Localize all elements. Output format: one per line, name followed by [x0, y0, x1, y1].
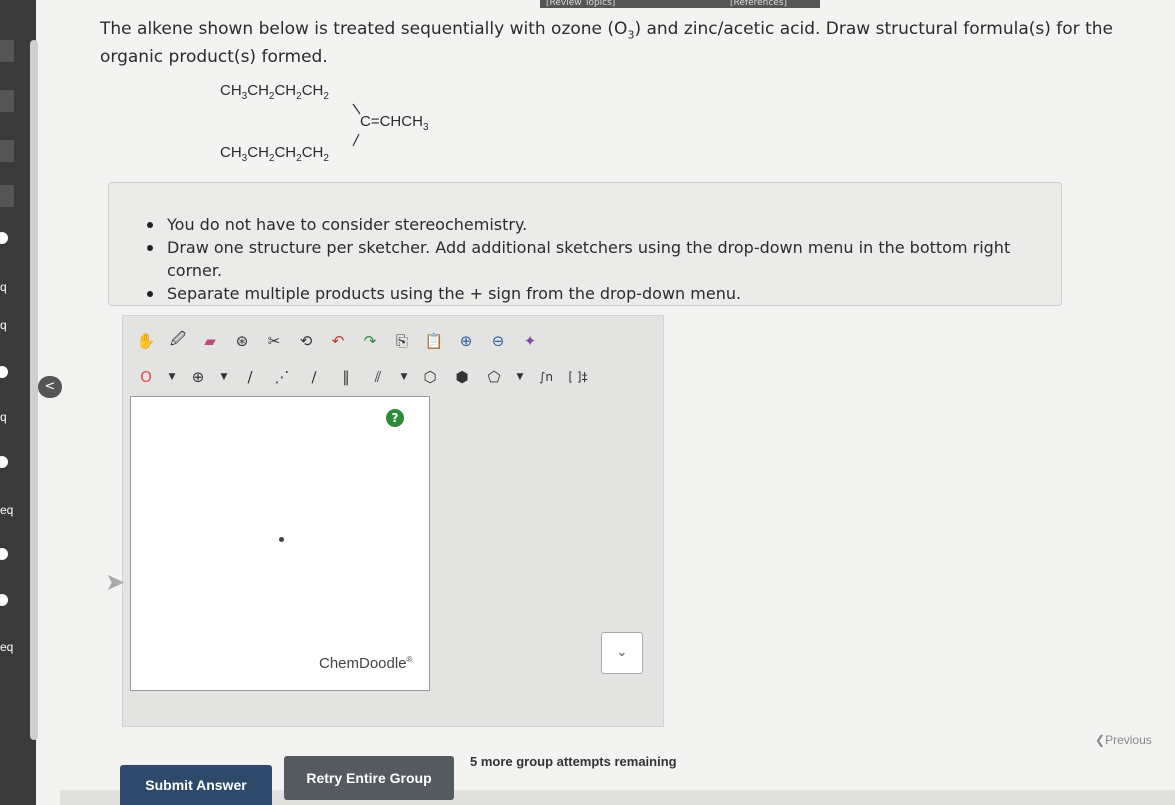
- benzene-ring-button[interactable]: ⬢: [449, 364, 475, 390]
- hexagon-ring-button[interactable]: ⬡: [417, 364, 443, 390]
- instruction-item: Separate multiple products using the + s…: [147, 282, 1061, 305]
- question-text: The alkene shown below is treated sequen…: [100, 19, 1113, 68]
- chevron-down-icon[interactable]: ▼: [513, 364, 527, 390]
- wedge-bond-button[interactable]: ∕: [301, 364, 327, 390]
- sidebar-status-icon: [0, 366, 8, 378]
- lower-chain-label: CH3CH2CH2CH2: [220, 144, 329, 164]
- review-topics-link[interactable]: [Review Topics]: [546, 0, 615, 8]
- redo-icon[interactable]: ↷: [357, 328, 383, 354]
- sidebar-block[interactable]: [0, 90, 14, 112]
- paste-icon[interactable]: 📋: [421, 328, 447, 354]
- sidebar-item[interactable]: eq: [0, 640, 13, 654]
- pentagon-ring-button[interactable]: ⬠: [481, 364, 507, 390]
- lasso-icon[interactable]: 🖉: [165, 328, 191, 354]
- bracket-charge-button[interactable]: [ ]‡: [565, 364, 591, 390]
- sidebar-block[interactable]: [0, 40, 14, 62]
- chevron-down-icon[interactable]: ▼: [165, 364, 179, 390]
- sidebar-item[interactable]: q: [0, 318, 7, 332]
- sidebar-status-icon: [0, 456, 8, 468]
- ring-template-icon[interactable]: ⊛: [229, 328, 255, 354]
- canvas-cursor-dot: [279, 537, 284, 542]
- triple-bond-button[interactable]: ⫽: [365, 364, 391, 390]
- add-sketcher-dropdown[interactable]: ⌄: [601, 632, 643, 674]
- chevron-down-icon[interactable]: ▼: [217, 364, 231, 390]
- alkene-structure: CH3CH2CH2CH2 C=CHCH3 CH3CH2CH2CH2: [220, 80, 520, 180]
- single-bond-button[interactable]: /: [237, 364, 263, 390]
- chevron-down-icon[interactable]: ▼: [397, 364, 411, 390]
- clean-icon[interactable]: ✦: [517, 328, 543, 354]
- cut-icon[interactable]: ✂: [261, 328, 287, 354]
- copy-icon[interactable]: ⎘: [389, 328, 415, 354]
- sidebar-status-icon: [0, 232, 8, 244]
- previous-button[interactable]: ❮Previous: [1095, 733, 1152, 747]
- references-link[interactable]: [References]: [730, 0, 787, 8]
- instruction-item: You do not have to consider stereochemis…: [147, 213, 1061, 236]
- sketcher-toolbar-bottom: O ▼ ⊕ ▼ / ⋰ ∕ ∥ ⫽ ▼ ⬡ ⬢ ⬠ ▼ ∫n [ ]‡: [133, 362, 591, 392]
- instruction-item: Draw one structure per sketcher. Add add…: [147, 236, 1061, 282]
- retry-group-button[interactable]: Retry Entire Group: [284, 756, 454, 800]
- sidebar-block[interactable]: [0, 140, 14, 162]
- instructions-box: You do not have to consider stereochemis…: [108, 182, 1062, 306]
- zoom-out-icon[interactable]: ⊖: [485, 328, 511, 354]
- collapse-sidebar-button[interactable]: <: [38, 376, 62, 398]
- help-icon[interactable]: ?: [386, 409, 404, 427]
- chemdoodle-brand: ChemDoodle®: [319, 655, 413, 672]
- submit-answer-button[interactable]: Submit Answer: [120, 765, 272, 805]
- repeat-unit-button[interactable]: ∫n: [533, 364, 559, 390]
- mouse-cursor-icon: ➤: [105, 568, 126, 596]
- top-links-bar: [Review Topics] [References]: [540, 0, 820, 8]
- charge-button[interactable]: ⊕: [185, 364, 211, 390]
- hand-icon[interactable]: ✋: [133, 328, 159, 354]
- double-bond-button[interactable]: ∥: [333, 364, 359, 390]
- sidebar-block[interactable]: [0, 185, 14, 207]
- sidebar-item[interactable]: q: [0, 410, 7, 424]
- sidebar-item[interactable]: q: [0, 280, 7, 294]
- undo-icon[interactable]: ↶: [325, 328, 351, 354]
- double-bond-label: C=CHCH3: [360, 113, 429, 133]
- atom-oxygen-button[interactable]: O: [133, 364, 159, 390]
- attempts-remaining: 5 more group attempts remaining: [470, 754, 677, 769]
- sketcher-canvas[interactable]: ? ChemDoodle®: [130, 396, 430, 691]
- dashed-bond-button[interactable]: ⋰: [269, 364, 295, 390]
- sidebar-status-icon: [0, 548, 8, 560]
- sidebar-item[interactable]: eq: [0, 503, 13, 517]
- scrollbar[interactable]: [30, 40, 38, 740]
- sketcher-toolbar-top: ✋ 🖉 ▰ ⊛ ✂ ⟲ ↶ ↷ ⎘ 📋 ⊕ ⊖ ✦: [133, 326, 543, 356]
- chevron-left-icon: ❮: [1095, 733, 1106, 747]
- zoom-in-icon[interactable]: ⊕: [453, 328, 479, 354]
- scissors-icon[interactable]: ⟲: [293, 328, 319, 354]
- upper-chain-label: CH3CH2CH2CH2: [220, 82, 329, 102]
- eraser-icon[interactable]: ▰: [197, 328, 223, 354]
- sketcher-panel: ✋ 🖉 ▰ ⊛ ✂ ⟲ ↶ ↷ ⎘ 📋 ⊕ ⊖ ✦ O ▼ ⊕ ▼ / ⋰ ∕ …: [105, 315, 664, 727]
- sidebar-status-icon: [0, 594, 8, 606]
